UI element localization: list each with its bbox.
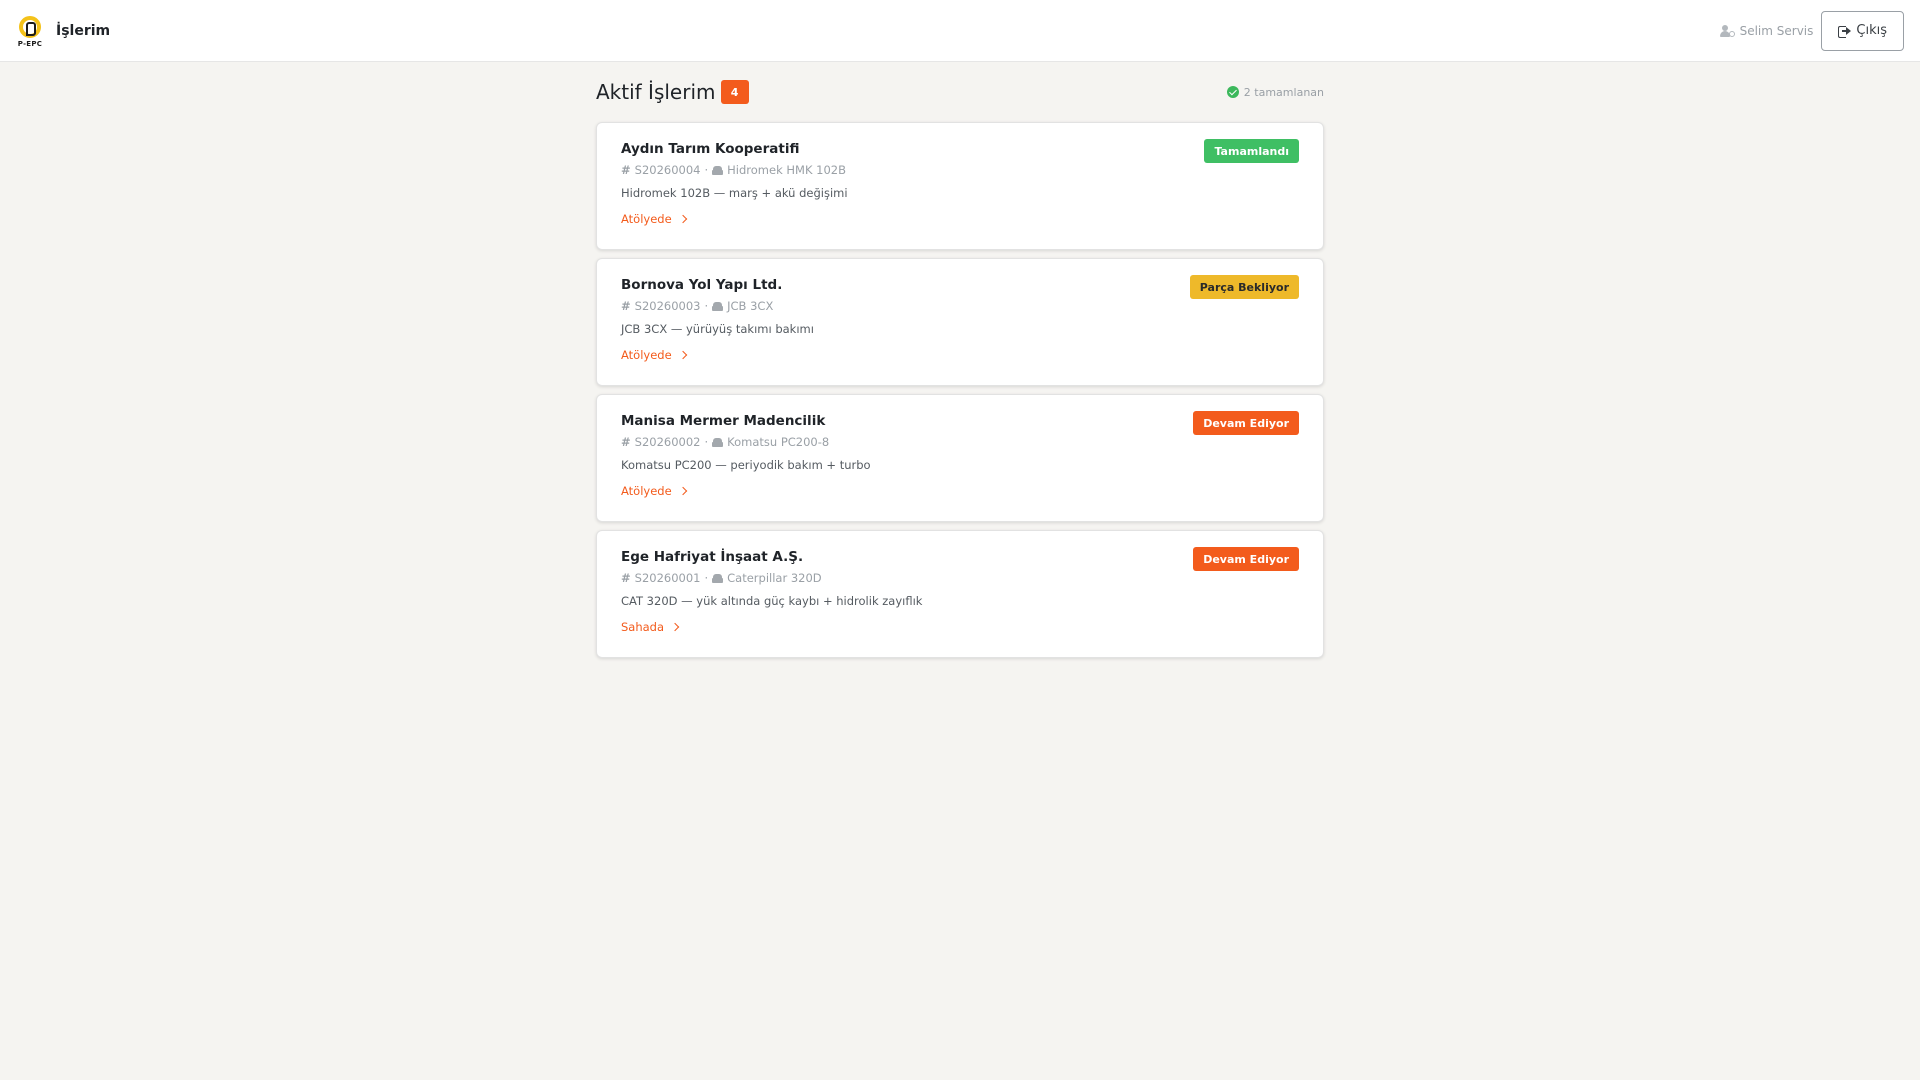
section-title: Aktif İşlerim xyxy=(596,80,716,104)
chevron-right-icon xyxy=(678,486,687,496)
chevron-right-icon xyxy=(670,622,680,632)
hash-icon: # xyxy=(621,163,631,177)
status-badge: Tamamlandı xyxy=(1204,139,1299,163)
location-link[interactable]: Sahada xyxy=(621,620,680,634)
user-info: Selim Servis xyxy=(1719,23,1814,38)
user-area: Selim Servis Çıkış xyxy=(1719,10,1904,51)
job-meta: # S20260002 · Komatsu PC200-8 xyxy=(621,435,1299,449)
meta-separator: · xyxy=(704,435,709,449)
customer-name: Aydın Tarım Kooperatifi xyxy=(621,141,800,157)
job-list: Aydın Tarım Kooperatifi # S20260004 · Hi… xyxy=(596,122,1324,658)
location-label: Sahada xyxy=(621,620,665,634)
chevron-right-icon xyxy=(678,214,687,224)
top-bar: P-EPC İşlerim Selim Servis Çıkış xyxy=(0,0,1920,62)
job-card[interactable]: Bornova Yol Yapı Ltd. # S20260003 · JCB … xyxy=(596,258,1324,386)
logo-mark-icon xyxy=(19,15,41,38)
brand: P-EPC İşlerim xyxy=(16,14,110,48)
job-code: S20260002 xyxy=(634,435,701,449)
meta-separator: · xyxy=(704,571,709,585)
machine-name: Hidromek HMK 102B xyxy=(727,163,846,177)
job-description: Hidromek 102B — marş + akü değişimi xyxy=(621,186,848,200)
hash-icon: # xyxy=(621,435,631,449)
status-badge: Devam Ediyor xyxy=(1193,547,1299,571)
job-meta: # S20260001 · Caterpillar 320D xyxy=(621,571,1299,585)
page-header: Aktif İşlerim 4 2 tamamlanan xyxy=(596,62,1324,122)
job-card[interactable]: Ege Hafriyat İnşaat A.Ş. # S20260001 · C… xyxy=(596,530,1324,658)
title-group: Aktif İşlerim 4 xyxy=(596,80,749,104)
status-badge: Parça Bekliyor xyxy=(1189,275,1299,299)
machine-name: Caterpillar 320D xyxy=(727,571,822,585)
job-card[interactable]: Aydın Tarım Kooperatifi # S20260004 · Hi… xyxy=(596,122,1324,250)
truck-icon xyxy=(712,165,724,175)
check-circle-icon xyxy=(1226,86,1239,98)
location-label: Atölyede xyxy=(621,212,672,226)
logo[interactable]: P-EPC xyxy=(16,14,44,48)
job-code: S20260003 xyxy=(634,299,701,313)
job-meta: # S20260003 · JCB 3CX xyxy=(621,299,1299,313)
location-link[interactable]: Atölyede xyxy=(621,348,687,362)
job-description: JCB 3CX — yürüyüş takımı bakımı xyxy=(621,322,814,336)
location-link[interactable]: Atölyede xyxy=(621,212,687,226)
truck-icon xyxy=(712,573,724,583)
job-code: S20260001 xyxy=(634,571,701,585)
user-name: Selim Servis xyxy=(1739,23,1814,38)
machine-name: Komatsu PC200-8 xyxy=(727,435,830,449)
sign-out-icon xyxy=(1838,25,1852,38)
completed-summary: 2 tamamlanan xyxy=(1226,85,1324,99)
active-count-badge: 4 xyxy=(720,80,749,104)
hash-icon: # xyxy=(621,571,631,585)
logo-text: P-EPC xyxy=(17,39,43,48)
chevron-right-icon xyxy=(678,350,687,360)
user-gear-icon xyxy=(1719,24,1735,37)
machine-name: JCB 3CX xyxy=(727,299,774,313)
meta-separator: · xyxy=(704,299,709,313)
truck-icon xyxy=(712,301,724,311)
completed-text: 2 tamamlanan xyxy=(1243,85,1324,99)
job-description: CAT 320D — yük altında güç kaybı + hidro… xyxy=(621,594,923,608)
location-label: Atölyede xyxy=(621,348,672,362)
location-label: Atölyede xyxy=(621,484,672,498)
location-link[interactable]: Atölyede xyxy=(621,484,687,498)
page-title: İşlerim xyxy=(56,22,111,39)
hash-icon: # xyxy=(621,299,631,313)
job-code: S20260004 xyxy=(634,163,701,177)
job-description: Komatsu PC200 — periyodik bakım + turbo xyxy=(621,458,871,472)
job-meta: # S20260004 · Hidromek HMK 102B xyxy=(621,163,1299,177)
job-card[interactable]: Manisa Mermer Madencilik # S20260002 · K… xyxy=(596,394,1324,522)
meta-separator: · xyxy=(704,163,709,177)
truck-icon xyxy=(712,437,724,447)
status-badge: Devam Ediyor xyxy=(1193,411,1299,435)
main-content: Aktif İşlerim 4 2 tamamlanan Aydın Tarım… xyxy=(596,62,1324,666)
logout-label: Çıkış xyxy=(1856,23,1887,38)
logout-button[interactable]: Çıkış xyxy=(1821,10,1904,51)
